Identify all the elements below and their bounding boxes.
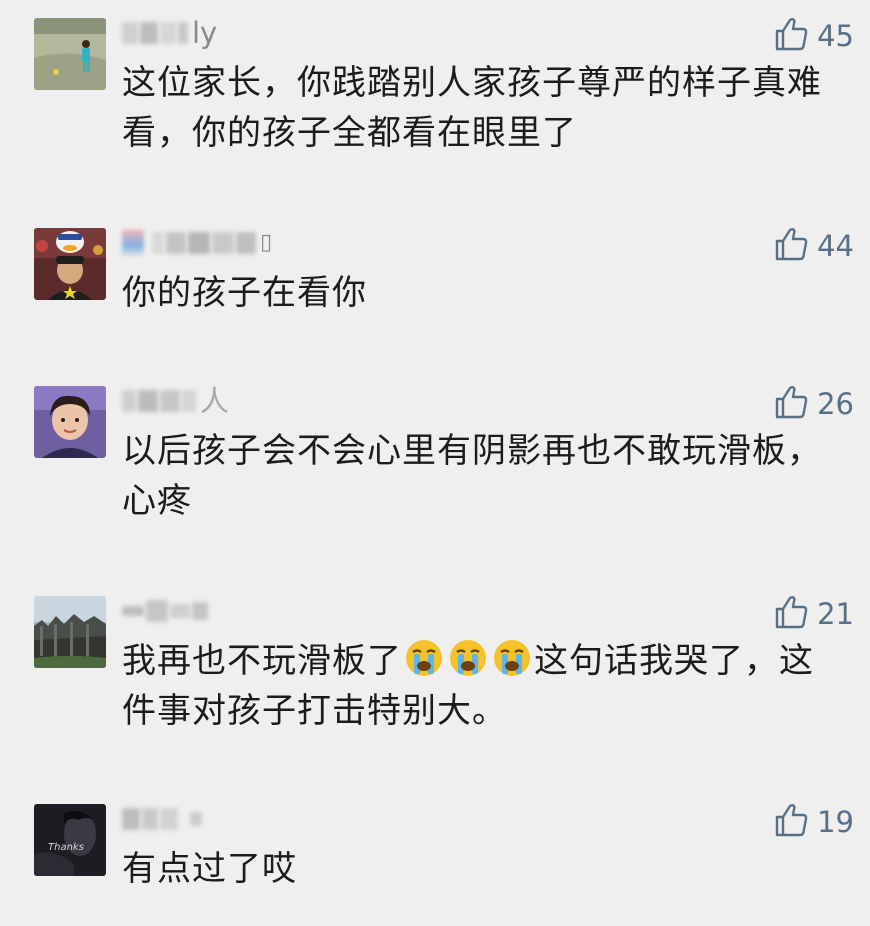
avatar[interactable] (34, 596, 106, 668)
comment-text: 以后孩子会不会心里有阴影再也不敢玩滑板，心疼 (122, 431, 822, 521)
comment-item: ly 45 这位家长，你践踏别人家孩子尊严的样子真难看，你的孩子全都看在眼里了 (0, 16, 870, 166)
thumbs-up-icon (773, 16, 809, 56)
comment-item: 人 26 以后孩子会不会心里有阴影再也不敢玩滑板，心疼 (0, 384, 870, 534)
comment-item: ▯ 44 你的孩子在看你 (0, 226, 870, 316)
avatar[interactable] (34, 18, 106, 90)
thumbs-up-icon (773, 384, 809, 424)
comment-item: Thanks 19 有点过了哎 (0, 802, 870, 902)
crying-face-icon (492, 638, 532, 678)
like-count: 26 (817, 387, 854, 421)
like-button[interactable]: 45 (773, 16, 854, 56)
like-button[interactable]: 26 (773, 384, 854, 424)
crying-face-icon (448, 638, 488, 678)
like-button[interactable]: 44 (773, 226, 854, 266)
like-button[interactable]: 21 (773, 594, 854, 634)
thumbs-up-icon (773, 802, 809, 842)
avatar-caption: Thanks (48, 842, 84, 853)
like-count: 21 (817, 597, 854, 631)
like-button[interactable]: 19 (773, 802, 854, 842)
comment-item: 21 我再也不玩滑板了 这句话我哭了，这件事对孩子打击特别大。 (0, 594, 870, 744)
username-visible-part: ▯ (260, 230, 273, 255)
comment-text: 我再也不玩滑板了 这句话我哭了，这件事对孩子打击特别大。 (122, 636, 842, 736)
comment-text-before: 我再也不玩滑板了 (122, 641, 402, 681)
username[interactable]: ▯ (122, 226, 272, 260)
crying-face-icon (404, 638, 444, 678)
username-visible-part: 人 (200, 384, 230, 418)
thumbs-up-icon (773, 594, 809, 634)
username-visible-part: ly (192, 16, 218, 50)
comment-text: 有点过了哎 (122, 849, 297, 889)
avatar[interactable] (34, 386, 106, 458)
thumbs-up-icon (773, 226, 809, 266)
avatar[interactable]: Thanks (34, 804, 106, 876)
comment-text: 这位家长，你践踏别人家孩子尊严的样子真难看，你的孩子全都看在眼里了 (122, 63, 822, 153)
avatar[interactable] (34, 228, 106, 300)
comment-text: 你的孩子在看你 (122, 273, 367, 313)
username[interactable]: ly (122, 16, 217, 50)
username[interactable]: 人 (122, 384, 229, 418)
username[interactable] (122, 802, 202, 836)
username[interactable] (122, 594, 208, 628)
like-count: 45 (817, 19, 854, 53)
like-count: 19 (817, 805, 854, 839)
like-count: 44 (817, 229, 854, 263)
